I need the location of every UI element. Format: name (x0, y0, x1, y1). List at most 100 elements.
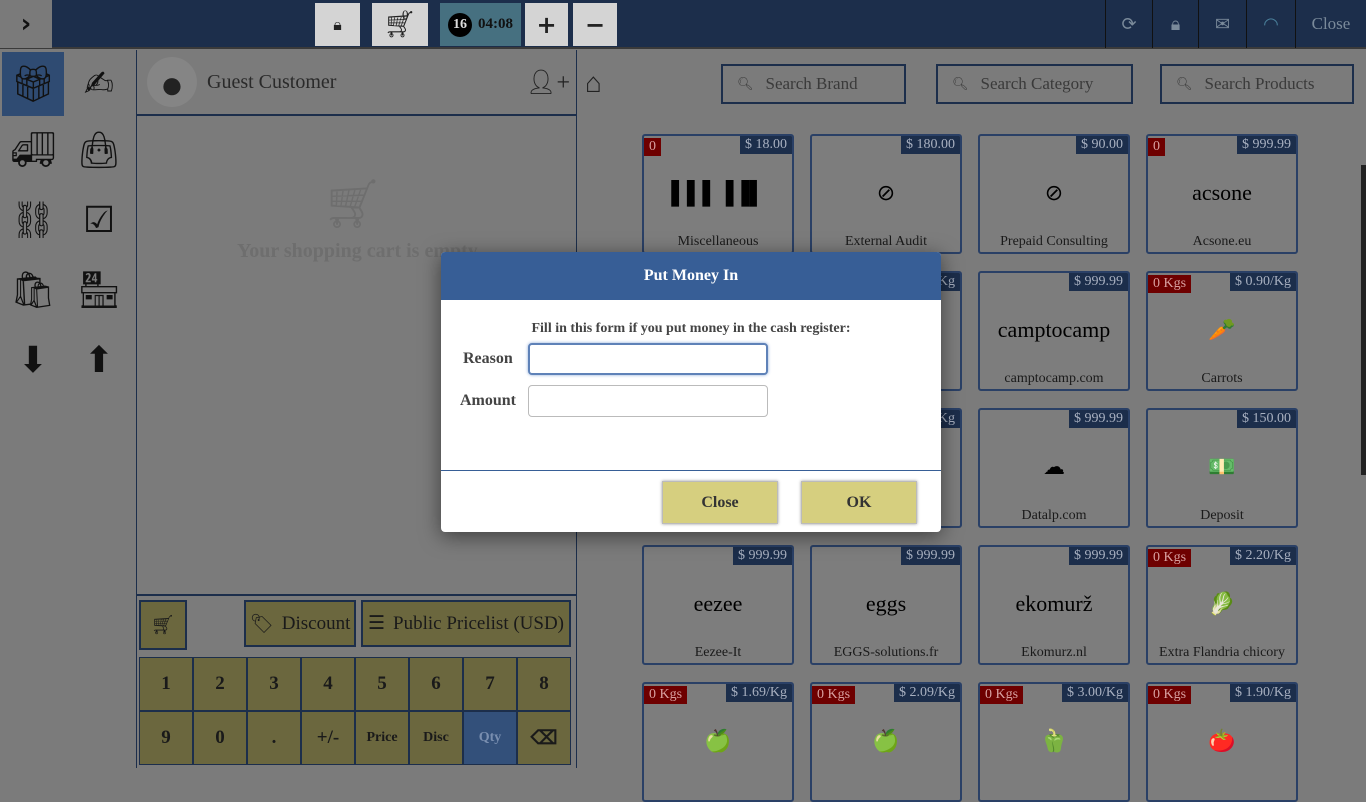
product-tile[interactable]: camptocamp $ 999.99 camptocamp.com (978, 271, 1130, 391)
product-name: External Audit (844, 234, 928, 249)
product-name: Prepaid Consulting (1000, 234, 1108, 249)
product-tile[interactable]: 🥬 0 Kgs $ 2.20/Kg Extra Flandria chicory (1146, 545, 1298, 665)
product-tile[interactable]: 🍏 0 Kgs $ 2.09/Kg (810, 682, 962, 802)
key-11[interactable]: +/- (301, 711, 355, 765)
search-icon: 🔍︎ (737, 76, 754, 91)
lock-icon[interactable]: 🔒︎ (1152, 0, 1198, 48)
product-tile[interactable]: 💵 $ 150.00 Deposit (1146, 408, 1298, 528)
search-products-placeholder: Search Products (1204, 74, 1315, 93)
product-tile[interactable]: 🍅 0 Kgs $ 1.90/Kg (1146, 682, 1298, 802)
search-brand-input[interactable]: 🔍︎ Search Brand (721, 64, 906, 104)
product-image: 🥬 (1208, 591, 1236, 616)
shopping-bag-icon[interactable]: 👜︎ (68, 118, 130, 182)
lock-icon: 🔒︎ (333, 14, 342, 34)
refresh-icon[interactable]: ⟳ (1105, 0, 1152, 48)
cart-button[interactable]: 🛒︎ (139, 600, 187, 650)
product-image: 💵 (1208, 454, 1236, 479)
price-badge: $ 999.99 (733, 547, 792, 565)
product-tile[interactable]: ▌▌▌▐▐▌ 0 $ 18.00 Miscellaneous (642, 134, 794, 254)
qty-badge: 0 Kgs (1148, 549, 1192, 567)
key-13[interactable]: Disc (409, 711, 463, 765)
product-name: Extra Flandria chicory (1159, 645, 1285, 660)
search-category-input[interactable]: 🔍︎ Search Category (936, 64, 1133, 104)
chevron-right-icon[interactable]: › (0, 0, 52, 48)
key-3[interactable]: 4 (301, 657, 355, 711)
dialog-title: Put Money In (441, 252, 941, 300)
key-6[interactable]: 7 (463, 657, 517, 711)
key-14[interactable]: Qty (463, 711, 517, 765)
key-8[interactable]: 9 (139, 711, 193, 765)
mail-icon[interactable]: ✉ (1198, 0, 1246, 48)
tag-icon: 🏷︎ (249, 613, 274, 635)
lock-button[interactable]: 🔒︎ (315, 3, 360, 46)
key-2[interactable]: 3 (247, 657, 301, 711)
empty-cart-icon: 🛒︎ (322, 178, 383, 231)
product-tile[interactable]: ekomurž $ 999.99 Ekomurz.nl (978, 545, 1130, 665)
bag-icon[interactable]: 🛍︎ (2, 258, 64, 322)
checklist-icon[interactable]: ☑︎ (68, 188, 130, 252)
close-button[interactable]: Close (662, 481, 778, 524)
add-user-icon[interactable]: 👤︎+ (526, 68, 570, 97)
hierarchy-icon[interactable]: ⛓︎ (2, 188, 64, 252)
product-tile[interactable]: 🫑 0 Kgs $ 3.00/Kg (978, 682, 1130, 802)
truck-icon[interactable]: 🚚︎ (2, 118, 64, 182)
cart-button[interactable]: 🛒︎ 0 (372, 3, 428, 46)
discount-button[interactable]: 🏷︎ Discount (244, 600, 356, 647)
qty-badge: 0 (644, 138, 661, 156)
home-icon[interactable]: ⌂ (585, 68, 602, 100)
gift-cart-icon[interactable]: 🎁︎ (2, 52, 64, 116)
key-12[interactable]: Price (355, 711, 409, 765)
key-10[interactable]: . (247, 711, 301, 765)
wifi-icon: ◠ (1246, 0, 1295, 48)
plus-icon[interactable]: + (525, 3, 568, 46)
product-name: Miscellaneous (677, 234, 759, 249)
key-5[interactable]: 6 (409, 657, 463, 711)
product-tile[interactable]: ☁ $ 999.99 Datalp.com (978, 408, 1130, 528)
product-tile[interactable]: ⊘ $ 180.00 External Audit (810, 134, 962, 254)
order-timer-button[interactable]: 16 04:08 (440, 3, 521, 46)
reason-input[interactable] (528, 343, 768, 375)
product-tile[interactable]: eggs $ 999.99 EGGS-solutions.fr (810, 545, 962, 665)
product-tile[interactable]: 🍏 0 Kgs $ 1.69/Kg (642, 682, 794, 802)
product-tile[interactable]: ⊘ $ 90.00 Prepaid Consulting (978, 134, 1130, 254)
product-tile[interactable]: eezee $ 999.99 Eezee-It (642, 545, 794, 665)
amount-input[interactable] (528, 385, 768, 417)
cash-in-icon[interactable]: ⬇︎ (2, 328, 64, 392)
product-image: acsone (1192, 180, 1252, 205)
price-badge: $ 3.00/Kg (1062, 684, 1128, 702)
product-name: Acsone.eu (1192, 234, 1252, 249)
product-image: eggs (865, 591, 907, 616)
scrollbar[interactable] (1361, 165, 1366, 475)
price-badge: $ 999.99 (1069, 547, 1128, 565)
key-0[interactable]: 1 (139, 657, 193, 711)
close-button[interactable]: Close (1295, 0, 1366, 48)
search-icon: 🔍︎ (1176, 76, 1193, 91)
price-badge: $ 999.99 (1237, 136, 1296, 154)
cash-out-icon[interactable]: ⬆︎ (68, 328, 130, 392)
product-tile[interactable]: 🥕 0 Kgs $ 0.90/Kg Carrots (1146, 271, 1298, 391)
customer-bar[interactable]: ● Guest Customer 👤︎+ (137, 50, 576, 116)
price-badge: $ 0.90/Kg (1230, 273, 1296, 291)
key-1[interactable]: 2 (193, 657, 247, 711)
minus-icon[interactable]: − (573, 3, 617, 46)
left-action-column: 🎁︎ ✍︎ 🚚︎ 👜︎ ⛓︎ ☑︎ 🛍︎ 🏪︎ ⬇︎ ⬆︎ (0, 50, 137, 768)
product-tile[interactable]: acsone 0 $ 999.99 Acsone.eu (1146, 134, 1298, 254)
qty-badge: 0 Kgs (980, 686, 1024, 704)
reason-label: Reason (463, 350, 513, 367)
signature-icon[interactable]: ✍︎ (68, 52, 130, 116)
price-badge: $ 999.99 (1069, 273, 1128, 291)
key-7[interactable]: 8 (517, 657, 571, 711)
price-badge: $ 2.20/Kg (1230, 547, 1296, 565)
key-9[interactable]: 0 (193, 711, 247, 765)
product-image: 🥕 (1208, 317, 1236, 342)
product-name: Ekomurz.nl (1021, 645, 1087, 660)
key-4[interactable]: 5 (355, 657, 409, 711)
discount-label: Discount (281, 612, 351, 634)
backspace-icon[interactable]: ⌫ (517, 711, 571, 765)
store-icon[interactable]: 🏪︎ (68, 258, 130, 322)
list-icon: ☰ (367, 613, 386, 634)
ok-button[interactable]: OK (801, 481, 917, 524)
product-image: ⊘ (1044, 180, 1064, 205)
search-products-input[interactable]: 🔍︎ Search Products (1160, 64, 1354, 104)
pricelist-button[interactable]: ☰ Public Pricelist (USD) (361, 600, 571, 647)
